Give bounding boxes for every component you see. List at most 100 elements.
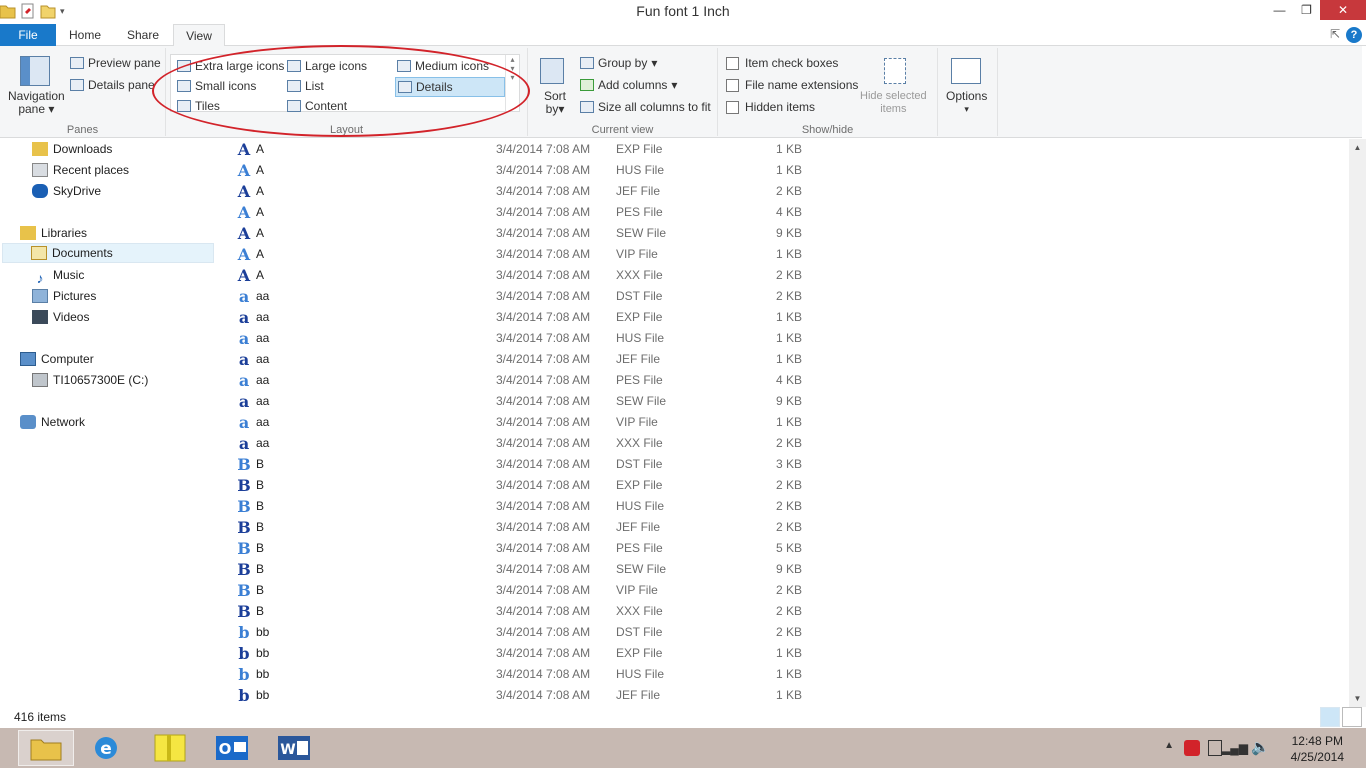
table-row[interactable]: b bb 3/4/2014 7:08 AM HUS File 1 KB xyxy=(218,664,1348,685)
minimize-button[interactable]: — xyxy=(1266,0,1293,20)
details-pane-icon xyxy=(70,79,84,91)
tab-home[interactable]: Home xyxy=(56,24,114,46)
nav-item-drive-c[interactable]: TI10657300E (C:) xyxy=(32,370,148,390)
table-row[interactable]: a aa 3/4/2014 7:08 AM XXX File 2 KB xyxy=(218,433,1348,454)
table-row[interactable]: A A 3/4/2014 7:08 AM XXX File 2 KB xyxy=(218,265,1348,286)
preview-pane-button[interactable]: Preview pane xyxy=(70,56,161,70)
preview-pane-icon xyxy=(70,57,84,69)
table-row[interactable]: A A 3/4/2014 7:08 AM PES File 4 KB xyxy=(218,202,1348,223)
vertical-scrollbar[interactable]: ▲ ▼ xyxy=(1349,139,1366,707)
action-center-icon[interactable] xyxy=(1184,740,1200,756)
table-row[interactable]: A A 3/4/2014 7:08 AM HUS File 1 KB xyxy=(218,160,1348,181)
hidden-items-option[interactable]: Hidden items xyxy=(726,100,815,114)
taskbar-file-explorer[interactable] xyxy=(18,730,74,766)
table-row[interactable]: B B 3/4/2014 7:08 AM XXX File 2 KB xyxy=(218,601,1348,622)
nav-item-libraries[interactable]: Libraries xyxy=(20,223,87,243)
file-type-icon: B xyxy=(237,539,251,558)
nav-item-pictures[interactable]: Pictures xyxy=(32,286,96,306)
nav-item-videos[interactable]: Videos xyxy=(32,307,89,327)
help-icon[interactable]: ? xyxy=(1346,27,1362,43)
taskbar-outlook[interactable]: O xyxy=(204,730,260,766)
table-row[interactable]: A A 3/4/2014 7:08 AM JEF File 2 KB xyxy=(218,181,1348,202)
file-type: EXP File xyxy=(616,142,663,156)
nav-item-computer[interactable]: Computer xyxy=(20,349,94,369)
pin-ribbon-icon[interactable]: ⇱ xyxy=(1330,27,1340,41)
taskbar-word[interactable]: W xyxy=(266,730,322,766)
table-row[interactable]: B B 3/4/2014 7:08 AM VIP File 2 KB xyxy=(218,580,1348,601)
table-row[interactable]: B B 3/4/2014 7:08 AM EXP File 2 KB xyxy=(218,475,1348,496)
large-icons-view-button[interactable] xyxy=(1342,707,1362,727)
table-row[interactable]: B B 3/4/2014 7:08 AM PES File 5 KB xyxy=(218,538,1348,559)
table-row[interactable]: B B 3/4/2014 7:08 AM JEF File 2 KB xyxy=(218,517,1348,538)
table-row[interactable]: A A 3/4/2014 7:08 AM SEW File 9 KB xyxy=(218,223,1348,244)
nav-item-network[interactable]: Network xyxy=(20,412,85,432)
tiles-option[interactable]: Tiles xyxy=(177,99,220,113)
close-button[interactable]: ✕ xyxy=(1320,0,1366,20)
add-columns-button[interactable]: Add columns ▾ xyxy=(580,78,677,92)
table-row[interactable]: a aa 3/4/2014 7:08 AM EXP File 1 KB xyxy=(218,307,1348,328)
table-row[interactable]: a aa 3/4/2014 7:08 AM PES File 4 KB xyxy=(218,370,1348,391)
table-row[interactable]: B B 3/4/2014 7:08 AM DST File 3 KB xyxy=(218,454,1348,475)
file-name: B xyxy=(256,457,265,471)
clock[interactable]: 12:48 PM 4/25/2014 xyxy=(1291,733,1344,765)
file-name-extensions-checkbox[interactable] xyxy=(726,78,739,92)
layout-gallery-scroll[interactable]: ▴ ▾ ▾ xyxy=(505,55,519,111)
nav-item-documents[interactable]: Documents xyxy=(2,243,214,263)
file-type-icon: a xyxy=(238,434,250,453)
details-option[interactable]: Details xyxy=(395,77,505,97)
navigation-pane-button[interactable]: Navigation pane ▾ xyxy=(8,90,65,116)
show-hidden-icons-icon[interactable]: ▲ xyxy=(1164,740,1174,751)
item-check-boxes-option[interactable]: Item check boxes xyxy=(726,56,838,70)
table-row[interactable]: A A 3/4/2014 7:08 AM EXP File 1 KB xyxy=(218,139,1348,160)
table-row[interactable]: b bb 3/4/2014 7:08 AM EXP File 1 KB xyxy=(218,643,1348,664)
table-row[interactable]: B B 3/4/2014 7:08 AM HUS File 2 KB xyxy=(218,496,1348,517)
details-view-button[interactable] xyxy=(1320,707,1340,727)
volume-icon[interactable]: 🔈 xyxy=(1251,738,1270,756)
small-icons-option[interactable]: Small icons xyxy=(177,79,256,93)
hide-selected-label-2: items xyxy=(880,103,907,115)
internet-explorer-icon: e xyxy=(95,737,117,759)
table-row[interactable]: b bb 3/4/2014 7:08 AM DST File 2 KB xyxy=(218,622,1348,643)
content-option[interactable]: Content xyxy=(287,99,347,113)
wifi-signal-icon[interactable]: ▂▄▆ xyxy=(1221,741,1248,755)
table-row[interactable]: a aa 3/4/2014 7:08 AM VIP File 1 KB xyxy=(218,412,1348,433)
table-row[interactable]: a aa 3/4/2014 7:08 AM DST File 2 KB xyxy=(218,286,1348,307)
options-button[interactable]: Options ▾ xyxy=(946,90,987,116)
file-name-extensions-label: File name extensions xyxy=(745,78,859,92)
taskbar-sticky-notes[interactable] xyxy=(142,730,198,766)
file-name: bb xyxy=(256,688,270,702)
table-row[interactable]: a aa 3/4/2014 7:08 AM SEW File 9 KB xyxy=(218,391,1348,412)
table-row[interactable]: a aa 3/4/2014 7:08 AM JEF File 1 KB xyxy=(218,349,1348,370)
nav-item-recent-places[interactable]: Recent places xyxy=(32,160,129,180)
file-name-extensions-option[interactable]: File name extensions xyxy=(726,78,858,92)
list-option[interactable]: List xyxy=(287,79,324,93)
medium-icons-option[interactable]: Medium icons xyxy=(397,59,489,73)
table-row[interactable]: B B 3/4/2014 7:08 AM SEW File 9 KB xyxy=(218,559,1348,580)
group-by-button[interactable]: Group by ▾ xyxy=(580,56,657,70)
item-check-boxes-checkbox[interactable] xyxy=(726,56,739,70)
size-all-columns-button[interactable]: Size all columns to fit xyxy=(580,100,711,114)
tab-share[interactable]: Share xyxy=(114,24,172,46)
tab-view[interactable]: View xyxy=(173,24,225,47)
table-row[interactable]: A A 3/4/2014 7:08 AM VIP File 1 KB xyxy=(218,244,1348,265)
hide-selected-items-button[interactable]: Hide selected items xyxy=(860,90,927,116)
file-type-icon: A xyxy=(237,182,251,201)
scroll-down-icon[interactable]: ▼ xyxy=(1349,690,1366,707)
table-row[interactable]: b bb 3/4/2014 7:08 AM JEF File 1 KB xyxy=(218,685,1348,706)
taskbar-internet-explorer[interactable]: e xyxy=(78,730,134,766)
list-icon xyxy=(287,80,301,92)
maximize-button[interactable]: ❐ xyxy=(1293,0,1320,20)
large-icons-option[interactable]: Large icons xyxy=(287,59,367,73)
tab-file[interactable]: File xyxy=(0,24,56,46)
nav-item-skydrive[interactable]: SkyDrive xyxy=(32,181,101,201)
sort-by-button[interactable]: Sort by▾ xyxy=(544,90,566,116)
extra-large-icons-option[interactable]: Extra large icons xyxy=(177,59,284,73)
table-row[interactable]: a aa 3/4/2014 7:08 AM HUS File 1 KB xyxy=(218,328,1348,349)
power-icon[interactable] xyxy=(1208,740,1222,756)
hidden-items-checkbox[interactable] xyxy=(726,100,739,114)
details-pane-button[interactable]: Details pane xyxy=(70,78,155,92)
nav-item-music[interactable]: ♪ Music xyxy=(32,265,85,286)
scroll-up-icon[interactable]: ▲ xyxy=(1349,139,1366,156)
nav-item-downloads[interactable]: Downloads xyxy=(32,139,112,159)
file-date-modified: 3/4/2014 7:08 AM xyxy=(496,205,591,219)
